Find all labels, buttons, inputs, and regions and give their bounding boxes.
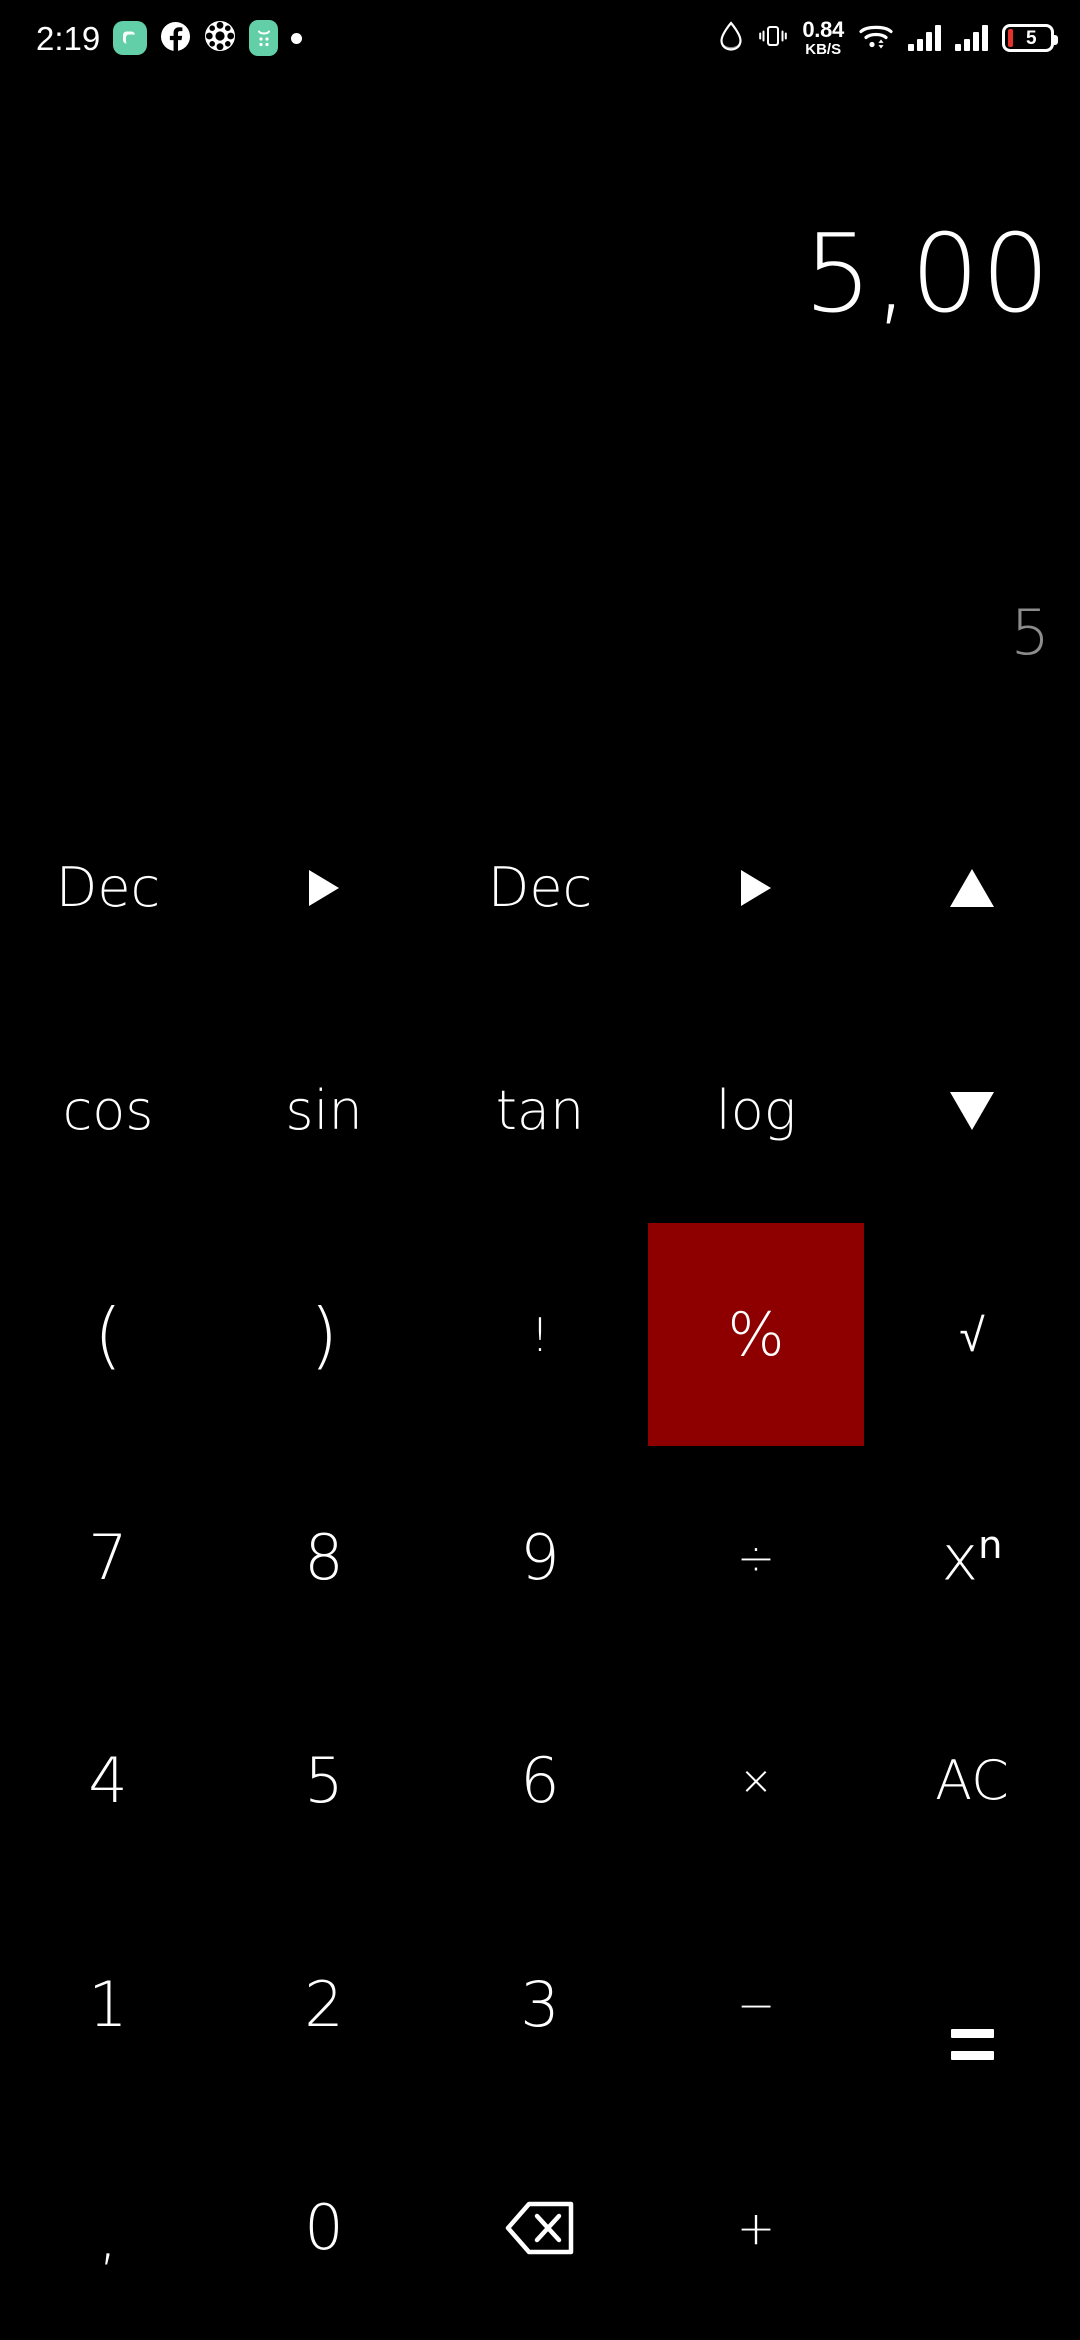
digit-2-button[interactable]: 2 xyxy=(216,1893,432,2116)
plus-button[interactable]: + xyxy=(648,2117,864,2340)
key-label: % xyxy=(727,1299,785,1370)
key-label: , xyxy=(98,2199,118,2273)
digit-6-button[interactable]: 6 xyxy=(432,1670,648,1893)
key-label: ! xyxy=(530,1307,550,1362)
key-label: Dec xyxy=(55,855,161,919)
decimal-comma-button[interactable]: , xyxy=(0,2117,216,2340)
equals-button[interactable] xyxy=(864,1893,1080,2340)
open-paren-button[interactable]: ( xyxy=(0,1223,216,1446)
key-label: + xyxy=(736,2201,776,2256)
key-label: ÷ xyxy=(736,1530,776,1585)
arrow-right-icon xyxy=(309,869,339,906)
vibrate-icon xyxy=(758,20,788,56)
key-label: 2 xyxy=(304,1967,344,2041)
water-drop-icon xyxy=(718,20,744,56)
key-label: 5 xyxy=(304,1744,344,1818)
key-label: 1 xyxy=(88,1967,128,2041)
base-arrow-2-button[interactable] xyxy=(648,776,864,999)
base-to-button[interactable]: Dec xyxy=(432,776,648,999)
key-label: cos xyxy=(62,1079,154,1143)
key-label: ) xyxy=(309,1292,339,1377)
more-dot-icon xyxy=(291,32,303,44)
status-bar-left: 2:19 xyxy=(36,19,303,57)
digit-3-button[interactable]: 3 xyxy=(432,1893,648,2116)
green-app-icon xyxy=(249,20,279,56)
calculator-keypad: Dec Dec cos sin tan log ()!% √ 7 8 9 ÷ xn 4 5 6 × AC 1 2 3 −,… xyxy=(0,776,1080,2340)
sin-button[interactable]: sin xyxy=(216,999,432,1222)
network-speed-unit: KB/S xyxy=(805,41,842,58)
backspace-icon xyxy=(505,2202,574,2255)
key-label: 0 xyxy=(304,2191,344,2265)
network-speed-value: 0.84 xyxy=(802,17,844,42)
digit-1-button[interactable]: 1 xyxy=(0,1893,216,2116)
factorial-button[interactable]: ! xyxy=(432,1223,648,1446)
arrow-down-icon xyxy=(950,1092,994,1131)
all-clear-button[interactable]: AC xyxy=(864,1670,1080,1893)
flower-sticker-icon xyxy=(204,20,236,56)
minus-button[interactable]: − xyxy=(648,1893,864,2116)
key-label: 4 xyxy=(88,1744,128,1818)
digit-9-button[interactable]: 9 xyxy=(432,1446,648,1669)
key-label: Dec xyxy=(487,855,593,919)
expression-value: 5 xyxy=(1010,596,1050,669)
messenger-app-icon xyxy=(113,21,148,55)
key-label: tan xyxy=(495,1079,585,1143)
cos-button[interactable]: cos xyxy=(0,999,216,1222)
digit-7-button[interactable]: 7 xyxy=(0,1446,216,1669)
key-label: 8 xyxy=(304,1520,344,1594)
key-label: ( xyxy=(93,1292,123,1377)
digit-8-button[interactable]: 8 xyxy=(216,1446,432,1669)
signal-bars-icon xyxy=(955,25,988,51)
wifi-icon xyxy=(858,21,894,55)
power-button[interactable]: xn xyxy=(864,1446,1080,1669)
tan-button[interactable]: tan xyxy=(432,999,648,1222)
key-label: 3 xyxy=(520,1967,560,2041)
key-label: 7 xyxy=(88,1520,128,1594)
backspace-button[interactable] xyxy=(432,2117,648,2340)
key-label: sin xyxy=(285,1079,363,1143)
result-value: 5,00 xyxy=(803,212,1052,337)
divide-button[interactable]: ÷ xyxy=(648,1446,864,1669)
facebook-icon xyxy=(160,21,191,56)
arrow-up-icon xyxy=(950,868,994,907)
equals-icon xyxy=(950,2029,994,2061)
percent-button[interactable]: % xyxy=(648,1222,864,1447)
key-label: − xyxy=(736,1977,776,2032)
log-button[interactable]: log xyxy=(648,999,864,1222)
digit-5-button[interactable]: 5 xyxy=(216,1670,432,1893)
key-label: 9 xyxy=(520,1520,560,1594)
key-label: log xyxy=(715,1079,797,1143)
key-label: AC xyxy=(935,1749,1009,1813)
signal-bars-icon xyxy=(908,25,941,51)
battery-icon: 5 xyxy=(1002,24,1058,52)
key-label: 6 xyxy=(520,1744,560,1818)
arrow-right-icon xyxy=(741,869,771,906)
sqrt-button[interactable]: √ xyxy=(864,1223,1080,1446)
status-bar-right: 0.84 KB/S 5 xyxy=(718,17,1058,58)
key-label: × xyxy=(739,1758,773,1805)
multiply-button[interactable]: × xyxy=(648,1670,864,1893)
scroll-down-button[interactable] xyxy=(864,999,1080,1222)
digit-4-button[interactable]: 4 xyxy=(0,1670,216,1893)
status-bar: 2:19 0.84 KB/S 5 xyxy=(0,0,1080,76)
key-label: xn xyxy=(941,1521,1003,1595)
scroll-up-button[interactable] xyxy=(864,776,1080,999)
key-label: √ xyxy=(959,1307,985,1362)
base-arrow-1-button[interactable] xyxy=(216,776,432,999)
network-speed-indicator: 0.84 KB/S xyxy=(802,17,844,58)
exponent-label: n xyxy=(978,1522,1003,1568)
close-paren-button[interactable]: ) xyxy=(216,1223,432,1446)
calculator-display: 5,00 5 xyxy=(0,76,1080,776)
base-from-button[interactable]: Dec xyxy=(0,776,216,999)
battery-level: 5 xyxy=(1025,27,1037,49)
status-clock: 2:19 xyxy=(36,19,101,57)
digit-0-button[interactable]: 0 xyxy=(216,2117,432,2340)
